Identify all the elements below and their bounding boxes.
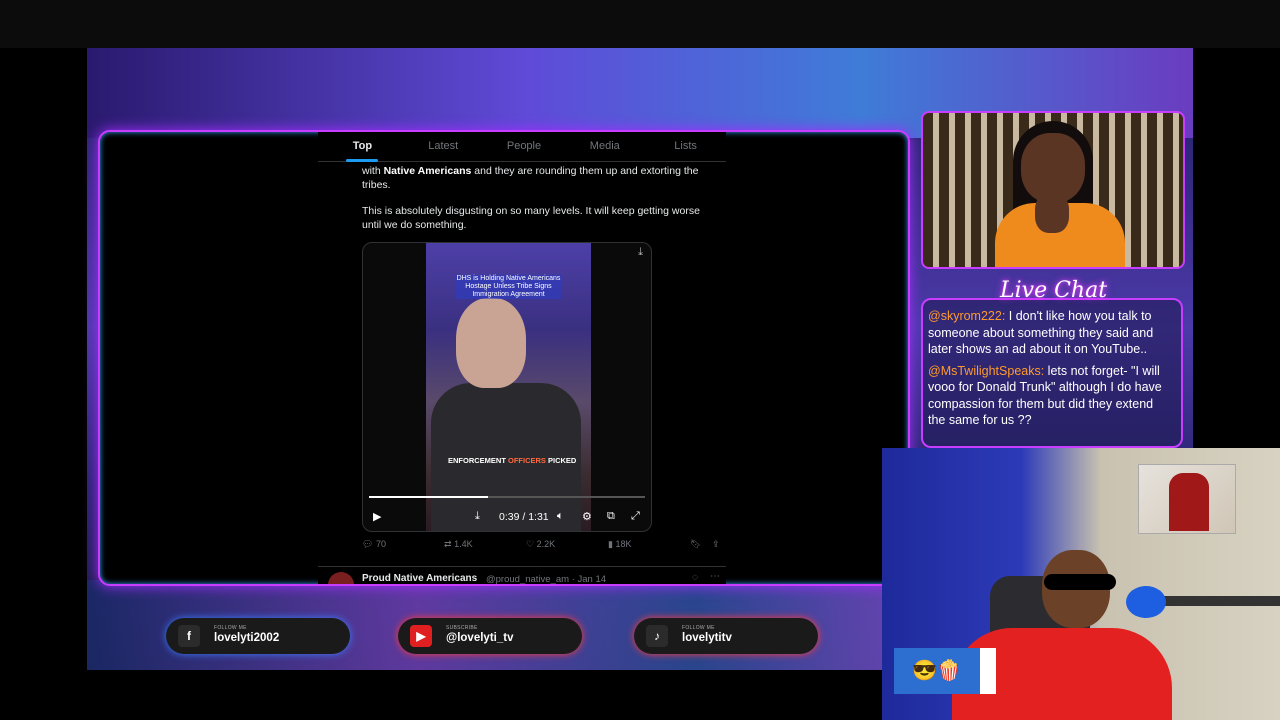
avatar[interactable] xyxy=(328,572,354,584)
volume-icon[interactable]: 🔈︎ xyxy=(557,510,564,523)
youtube-icon: ▶ xyxy=(410,625,432,647)
video-time: 0:39 / 1:31 xyxy=(499,511,549,523)
next-tweet-handle: @proud_native_am · Jan 14 xyxy=(486,574,607,585)
social-name: @lovelyti_tv xyxy=(446,632,514,644)
video-player[interactable]: DHS is Holding Native Americans Hostage … xyxy=(362,242,652,532)
views-button[interactable]: ▮ 18K xyxy=(608,539,631,550)
tweet-text: with Native Americans and they are round… xyxy=(318,162,726,232)
next-tweet[interactable]: Proud Native Americans @proud_native_am … xyxy=(318,566,726,585)
video-person-face xyxy=(456,298,526,388)
screen-share-frame: Top Latest People Media Lists with Nativ… xyxy=(98,130,910,586)
tab-lists[interactable]: Lists xyxy=(645,132,726,161)
retweet-icon: ⇄ xyxy=(444,539,452,549)
microphone xyxy=(1126,586,1166,618)
tab-people[interactable]: People xyxy=(484,132,565,161)
social-youtube: ▶ SUBSCRIBE @lovelyti_tv xyxy=(398,618,582,654)
social-caption: FOLLOW ME xyxy=(214,625,247,631)
views-count: 18K xyxy=(615,539,632,549)
share-icon[interactable]: ⇪ xyxy=(712,539,720,550)
tab-top[interactable]: Top xyxy=(322,132,403,162)
tweet-text-bold: Native Americans xyxy=(383,165,472,177)
chat-message: @MsTwilightSpeaks: lets not forget- "I w… xyxy=(928,363,1173,429)
tiktok-icon: ♪ xyxy=(646,625,668,647)
download-icon[interactable]: ⤓ xyxy=(638,246,643,259)
reply-count: 70 xyxy=(375,539,386,549)
video-progress-fill xyxy=(369,496,488,498)
bookmark-icon[interactable]: 🔖︎ xyxy=(690,539,701,550)
chat-username: @MsTwilightSpeaks: xyxy=(928,363,1045,378)
chat-message: @skyrom222: I don't like how you talk to… xyxy=(928,308,1173,358)
caption-word-1: ENFORCEMENT xyxy=(448,456,508,465)
chat-username: @skyrom222: xyxy=(928,309,1006,323)
host-face xyxy=(1021,133,1085,203)
emoji-box-edge xyxy=(980,648,996,694)
sunglasses xyxy=(1044,574,1116,590)
guest-webcam: 😎🍿 xyxy=(882,448,1280,720)
tab-media[interactable]: Media xyxy=(564,132,645,161)
search-tabs: Top Latest People Media Lists xyxy=(318,132,726,162)
more-icon[interactable]: ⋯ xyxy=(710,571,720,582)
caption-word-3: PICKED xyxy=(545,456,577,465)
video-caption-bottom: ENFORCEMENT OFFICERS PICKED xyxy=(448,456,576,465)
wall-poster xyxy=(1138,464,1236,534)
facebook-icon: f xyxy=(178,625,200,647)
social-name: lovelytitv xyxy=(682,632,732,644)
fullscreen-icon[interactable]: ⤢ xyxy=(631,510,640,523)
video-frame: DHS is Holding Native Americans Hostage … xyxy=(426,243,591,531)
settings-gear-icon[interactable]: ⚙ xyxy=(582,510,592,523)
grok-icon[interactable]: ◌ xyxy=(692,572,698,583)
mic-arm xyxy=(1162,596,1280,606)
retweet-button[interactable]: ⇄ 1.4K xyxy=(444,539,473,550)
video-progress-bar[interactable] xyxy=(369,496,645,498)
like-button[interactable]: ♡ 2.2K xyxy=(526,539,555,550)
like-count: 2.2K xyxy=(536,539,556,549)
reply-button[interactable]: 💬︎ 70 xyxy=(362,539,386,550)
social-name: lovelyti2002 xyxy=(214,632,280,644)
host-webcam xyxy=(921,111,1185,269)
tweet-stats: 💬︎ 70 ⇄ 1.4K ♡ 2.2K ▮ 18K 🔖︎ ⇪ xyxy=(362,539,722,555)
host-sweater xyxy=(995,193,1125,267)
video-controls: ▶ ⤓ 0:39 / 1:31 🔈︎ ⚙ ⧉ ⤢ xyxy=(363,508,651,528)
download-video-icon[interactable]: ⤓ xyxy=(475,510,480,523)
pip-icon[interactable]: ⧉ xyxy=(607,510,615,523)
video-caption-top: DHS is Holding Native Americans Hostage … xyxy=(456,275,561,299)
views-icon: ▮ xyxy=(608,539,613,549)
next-tweet-name[interactable]: Proud Native Americans xyxy=(362,573,477,584)
emoji-overlay: 😎🍿 xyxy=(894,648,996,694)
caption-word-2: OFFICERS xyxy=(508,456,546,465)
live-chat-title: Live Chat xyxy=(1000,278,1108,303)
social-caption: SUBSCRIBE xyxy=(446,625,478,631)
live-chat-panel: @skyrom222: I don't like how you talk to… xyxy=(921,298,1183,448)
retweet-count: 1.4K xyxy=(454,539,473,549)
reply-icon: 💬︎ xyxy=(362,539,374,549)
tweet-text-prefix: with xyxy=(362,165,384,177)
emoji-text: 😎🍿 xyxy=(912,660,962,682)
tweet-text-paragraph: This is absolutely disgusting on so many… xyxy=(362,205,700,231)
social-tiktok: ♪ FOLLOW ME lovelytitv xyxy=(634,618,818,654)
tab-latest[interactable]: Latest xyxy=(403,132,484,161)
social-facebook: f FOLLOW ME lovelyti2002 xyxy=(166,618,350,654)
heart-icon: ♡ xyxy=(526,539,535,549)
play-icon[interactable]: ▶ xyxy=(373,510,381,523)
twitter-feed: Top Latest People Media Lists with Nativ… xyxy=(318,132,726,585)
social-caption: FOLLOW ME xyxy=(682,625,715,631)
top-letterbox xyxy=(0,0,1280,48)
